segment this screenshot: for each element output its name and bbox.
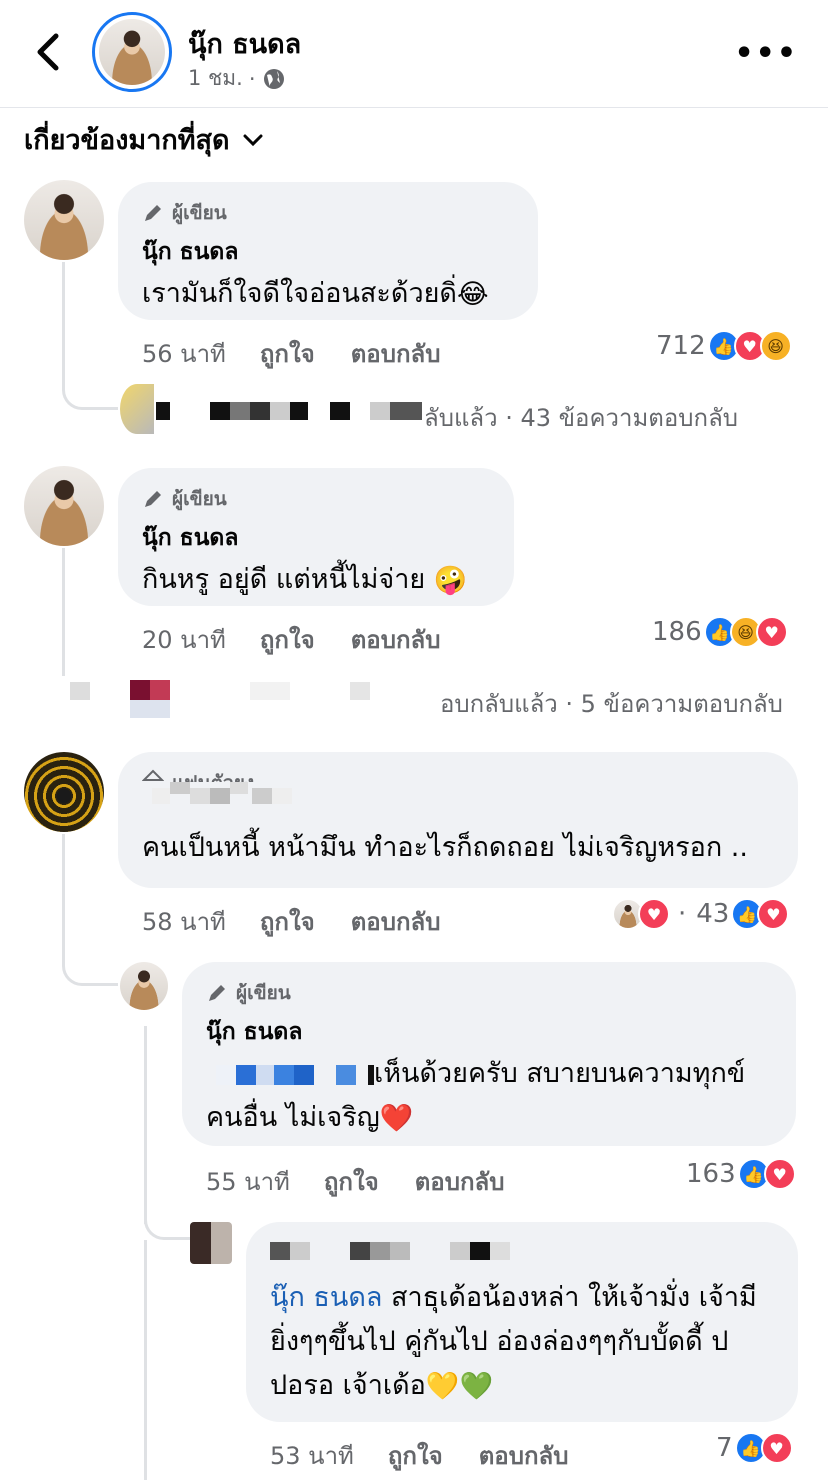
replier-avatar[interactable] — [120, 384, 154, 434]
reaction-summary[interactable]: 186 👍 😆 ♥ — [652, 616, 788, 648]
author-badge: ผู้เขียน — [142, 484, 490, 514]
meta-separator: · — [248, 66, 256, 91]
fan-badge-label: แฟนตัวยง — [172, 768, 254, 782]
reply-time[interactable]: 55 นาที — [206, 1162, 290, 1201]
mention-link[interactable]: นุ๊ก ธนดล — [270, 1282, 382, 1313]
reply-author-avatar[interactable] — [190, 1222, 232, 1264]
fan-badge: แฟนตัวยง — [142, 768, 774, 782]
thread-line — [62, 834, 65, 944]
reaction-count: 7 — [716, 1433, 733, 1463]
comment-time[interactable]: 20 นาที — [142, 620, 226, 659]
reaction-count: 43 — [696, 899, 730, 929]
reaction-summary[interactable]: ♥ · 43 👍 ♥ — [612, 898, 790, 930]
comment-author-name[interactable]: นุ๊ก ธนดล — [142, 520, 490, 556]
joy-emoji: 😂 — [456, 278, 489, 310]
reply-actions: 55 นาที ถูกใจ ตอบกลับ — [206, 1162, 540, 1201]
reaction-summary[interactable]: 163 👍 ♥ — [686, 1158, 796, 1190]
author-badge: ผู้เขียน — [206, 978, 772, 1008]
reply-button[interactable]: ตอบกลับ — [415, 1162, 505, 1201]
comment-author-name[interactable]: นุ๊ก ธนดล — [142, 234, 514, 270]
yellow-green-heart-emoji: 💛💚 — [425, 1370, 494, 1402]
reply-bubble: ผู้เขียน นุ๊ก ธนดล เห็นด้วยครับ สบายบนคว… — [182, 962, 796, 1146]
comment-actions: 20 นาที ถูกใจ ตอบกลับ — [142, 620, 476, 659]
thread-line — [144, 1026, 147, 1224]
comment-bubble: แฟนตัวยง คนเป็นหนี้ หน้ามึน ทำอะไรก็ถดถอ… — [118, 752, 798, 888]
pen-icon — [209, 985, 225, 1001]
reply-author-name[interactable]: นุ๊ก ธนดล — [206, 1014, 772, 1050]
view-replies-link[interactable]: อบกลับแล้ว · 5 ข้อความตอบกลับ — [440, 684, 783, 723]
comment-bubble: ผู้เขียน นุ๊ก ธนดล เรามันก็ใจดีใจอ่อนสะด… — [118, 182, 538, 320]
comment-actions: 56 นาที ถูกใจ ตอบกลับ — [142, 334, 476, 373]
commenter-avatar[interactable] — [24, 466, 104, 546]
author-badge-label: ผู้เขียน — [172, 202, 227, 224]
love-reaction-icon: ♥ — [763, 1158, 796, 1190]
reaction-summary[interactable]: 7 👍 ♥ — [716, 1432, 793, 1464]
globe-icon — [263, 68, 284, 89]
commenter-avatar[interactable] — [24, 180, 104, 260]
comment-text: เรามันก็ใจดีใจอ่อนสะด้วยดิ่😂 — [142, 272, 514, 317]
redacted-name — [270, 1238, 774, 1264]
reaction-count: 712 — [656, 331, 706, 361]
thread-connector — [144, 1200, 190, 1240]
author-badge: ผู้เขียน — [142, 198, 514, 228]
comment-text: คนเป็นหนี้ หน้ามึน ทำอะไรก็ถดถอย ไม่เจริ… — [142, 832, 748, 863]
thread-line — [62, 548, 65, 676]
red-heart-emoji: ❤️ — [379, 1102, 414, 1134]
thread-line — [62, 262, 65, 362]
comment-actions: 58 นาที ถูกใจ ตอบกลับ — [142, 902, 476, 941]
reply-author-avatar[interactable] — [120, 962, 168, 1010]
thread-connector — [62, 360, 118, 410]
redacted-name — [142, 782, 774, 814]
post-time[interactable]: 1 ชม. — [188, 62, 243, 95]
dot-separator: · — [678, 899, 687, 929]
back-button[interactable] — [30, 30, 66, 74]
view-replies-link[interactable]: ลับแล้ว · 43 ข้อความตอบกลับ — [424, 398, 738, 437]
love-reaction-icon: ♥ — [755, 616, 788, 648]
reaction-count: 163 — [686, 1159, 736, 1189]
reaction-summary[interactable]: 712 👍 ♥ 😆 — [656, 330, 792, 362]
sort-label: เกี่ยวข้องมากที่สุด — [24, 125, 230, 156]
reply-button[interactable]: ตอบกลับ — [351, 620, 441, 659]
pen-icon — [145, 205, 161, 221]
author-name[interactable]: นุ๊ก ธนดล — [188, 22, 301, 65]
comment-time[interactable]: 58 นาที — [142, 902, 226, 941]
like-button[interactable]: ถูกใจ — [388, 1436, 443, 1475]
love-reaction-icon: ♥ — [757, 898, 790, 930]
reply-button[interactable]: ตอบกลับ — [351, 334, 441, 373]
like-button[interactable]: ถูกใจ — [260, 620, 315, 659]
pen-icon — [145, 491, 161, 507]
comment-text: กินหรู อยู่ดี แต่หนี้ไม่จ่าย 🤪 — [142, 558, 490, 603]
thread-connector — [62, 940, 118, 986]
reply-time[interactable]: 53 นาที — [270, 1436, 354, 1475]
author-badge-label: ผู้เขียน — [236, 982, 291, 1004]
love-reaction-icon: ♥ — [760, 1432, 793, 1464]
comment-bubble: ผู้เขียน นุ๊ก ธนดล กินหรู อยู่ดี แต่หนี้… — [118, 468, 514, 606]
love-reaction-icon: ♥ — [638, 898, 670, 930]
like-button[interactable]: ถูกใจ — [324, 1162, 379, 1201]
reply-text: เห็นด้วยครับ สบายบนความทุกข์ คนอื่น ไม่เ… — [206, 1052, 772, 1141]
chevron-down-icon — [243, 134, 263, 146]
author-badge-label: ผู้เขียน — [172, 488, 227, 510]
reply-bubble: นุ๊ก ธนดล สาธุเด้อน้องหล่า ให้เจ้ามั่ง เ… — [246, 1222, 798, 1422]
chevron-left-icon — [37, 33, 59, 71]
post-meta: 1 ชม. · — [188, 62, 286, 95]
post-header: นุ๊ก ธนดล 1 ชม. · ••• — [0, 0, 828, 108]
reaction-count: 186 — [652, 617, 702, 647]
more-options-button[interactable]: ••• — [734, 36, 798, 71]
reply-button[interactable]: ตอบกลับ — [351, 902, 441, 941]
redacted-mention — [206, 1064, 374, 1085]
commenter-avatar[interactable] — [24, 752, 104, 832]
zany-emoji: 🤪 — [433, 564, 468, 596]
thread-line — [144, 1240, 147, 1480]
comment-time[interactable]: 56 นาที — [142, 334, 226, 373]
author-avatar[interactable] — [92, 12, 172, 92]
like-button[interactable]: ถูกใจ — [260, 902, 315, 941]
reply-button[interactable]: ตอบกลับ — [479, 1436, 569, 1475]
fan-badge-icon — [142, 769, 164, 781]
sort-dropdown[interactable]: เกี่ยวข้องมากที่สุด — [24, 118, 264, 161]
like-button[interactable]: ถูกใจ — [260, 334, 315, 373]
reply-text: นุ๊ก ธนดล สาธุเด้อน้องหล่า ให้เจ้ามั่ง เ… — [270, 1276, 774, 1409]
haha-reaction-icon: 😆 — [759, 330, 792, 362]
reply-actions: 53 นาที ถูกใจ ตอบกลับ — [270, 1436, 604, 1475]
